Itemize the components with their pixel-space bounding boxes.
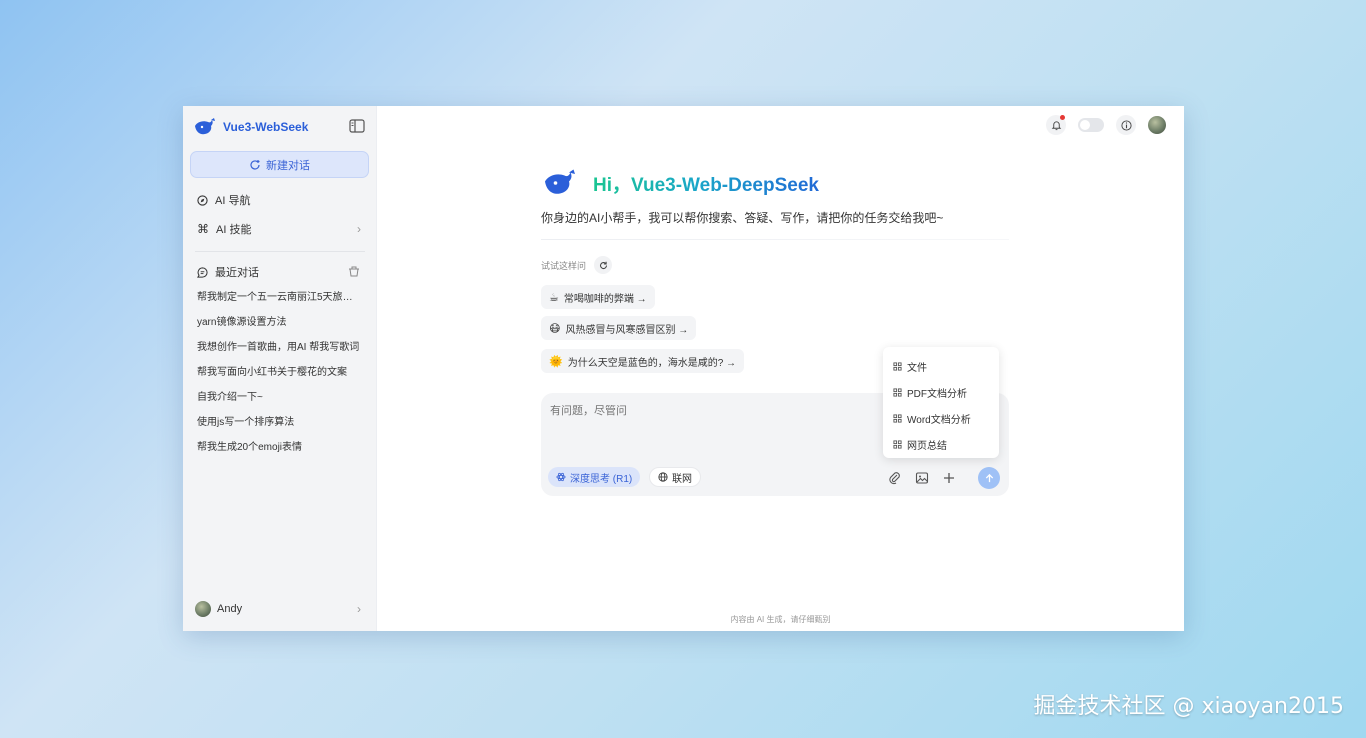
chat-bubble-icon [197,266,208,278]
menu-item-label: 文件 [907,362,927,374]
bell-icon [1051,120,1061,130]
suggestion-chip[interactable]: ☕ 常喝咖啡的弊端 → [541,285,655,309]
info-icon [1120,119,1132,131]
command-icon: ⌘ [197,222,209,236]
avatar [195,601,211,617]
chat-history-item[interactable]: 帮我制定一个五一云南丽江5天旅游计划 [197,290,362,315]
app-title: Vue3-WebSeek [223,120,309,134]
chevron-right-icon: › [357,222,361,236]
sidebar-item-ai-nav[interactable]: AI 导航 [190,189,369,211]
try-asking-row: 试试这样问 [541,256,613,274]
hero-title: Hi，Vue3-Web-DeepSeek [593,170,819,197]
app-window: Vue3-WebSeek 新建对话 AI 导航 ⌘ AI 技能 › 最近对话 帮… [183,106,1184,631]
new-chat-label: 新建对话 [266,159,310,172]
arrow-up-icon [985,473,993,482]
recent-chats-label: 最近对话 [215,267,259,279]
refresh-suggestions-button[interactable] [594,256,613,274]
avatar[interactable] [1148,116,1166,134]
suggestion-text: 风热感冒与风寒感冒区别 → [565,324,689,336]
watermark: 掘金技术社区 @ xiaoyan2015 [1033,694,1345,719]
message-input[interactable] [550,405,880,417]
chat-history-item[interactable]: 帮我写面向小红书关于樱花的文案 [197,365,362,390]
suggestion-chip[interactable]: 😷 风热感冒与风寒感冒区别 → [541,316,697,340]
web-search-toggle[interactable]: 联网 [649,467,701,487]
grid-icon [893,361,902,371]
whale-logo-icon [195,118,215,135]
plus-icon[interactable] [942,471,956,485]
suggestion-chip[interactable]: 🌞 为什么天空是蓝色的，海水是咸的? → [541,349,745,373]
grid-icon [893,439,902,449]
trash-icon[interactable] [348,265,360,277]
mask-face-icon: 😷 [549,322,561,335]
theme-toggle[interactable] [1078,118,1104,132]
sidebar-item-label: AI 技能 [216,224,252,236]
compass-icon [197,194,208,206]
brand[interactable]: Vue3-WebSeek [193,116,308,138]
grid-icon [893,413,902,423]
upload-menu: 文件 PDF文档分析 Word文档分析 网页总结 [883,347,999,458]
notification-button[interactable] [1046,115,1066,135]
chat-history-item[interactable]: 使用js写一个排序算法 [197,415,362,440]
recent-chats-header: 最近对话 [190,262,369,282]
whale-logo-icon [545,169,575,194]
refresh-icon [599,261,607,269]
menu-item-pdf[interactable]: PDF文档分析 [883,379,999,405]
hero-subtitle: 你身边的AI小帮手，我可以帮你搜索、答疑、写作，请把你的任务交给我吧~ [541,211,944,225]
send-button[interactable] [978,467,1000,489]
chat-history-item[interactable]: yarn镜像源设置方法 [197,315,362,340]
coffee-icon: ☕ [549,291,559,304]
sidebar: Vue3-WebSeek 新建对话 AI 导航 ⌘ AI 技能 › 最近对话 帮… [183,106,377,631]
sidebar-item-ai-skills[interactable]: ⌘ AI 技能 › [190,218,369,240]
menu-item-label: PDF文档分析 [907,388,967,400]
grid-icon [893,387,902,397]
main-panel: Hi，Vue3-Web-DeepSeek 你身边的AI小帮手，我可以帮你搜索、答… [377,106,1184,631]
sidebar-collapse-icon[interactable] [349,119,365,133]
deep-think-toggle[interactable]: 深度思考 (R1) [548,467,641,487]
atom-icon [556,472,566,482]
ai-disclaimer: 内容由 AI 生成，请仔细甄别 [730,615,831,624]
chat-history-item[interactable]: 我想创作一首歌曲，用AI 帮我写歌词 [197,340,362,365]
chat-history-item[interactable]: 帮我生成20个emoji表情 [197,440,362,465]
hero-header: Hi，Vue3-Web-DeepSeek [541,168,819,198]
new-chat-button[interactable]: 新建对话 [190,151,369,178]
paperclip-icon[interactable] [888,471,902,485]
chat-history-list: 帮我制定一个五一云南丽江5天旅游计划 yarn镜像源设置方法 我想创作一首歌曲，… [197,290,362,465]
menu-item-file[interactable]: 文件 [883,353,999,379]
globe-icon [658,472,668,482]
web-search-label: 联网 [672,473,692,485]
top-toolbar [1046,115,1166,135]
notification-dot [1060,115,1065,120]
chevron-right-icon: › [357,602,361,616]
image-icon[interactable] [915,471,929,485]
menu-item-label: 网页总结 [907,440,947,452]
try-asking-label: 试试这样问 [541,260,587,271]
divider [541,239,1009,240]
sun-icon: 🌞 [549,355,563,368]
sidebar-item-label: AI 导航 [215,195,251,207]
menu-item-label: Word文档分析 [907,414,971,426]
menu-item-webpage[interactable]: 网页总结 [883,431,999,457]
suggestion-text: 为什么天空是蓝色的，海水是咸的? → [567,357,737,369]
new-chat-icon [250,159,260,170]
chat-history-item[interactable]: 自我介绍一下~ [197,390,362,415]
divider [195,251,365,252]
info-button[interactable] [1116,115,1136,135]
user-name: Andy [217,603,243,615]
deep-think-label: 深度思考 (R1) [570,473,633,485]
suggestion-text: 常喝咖啡的弊端 → [563,293,647,305]
menu-item-word[interactable]: Word文档分析 [883,405,999,431]
user-profile-button[interactable]: Andy › [195,598,365,620]
